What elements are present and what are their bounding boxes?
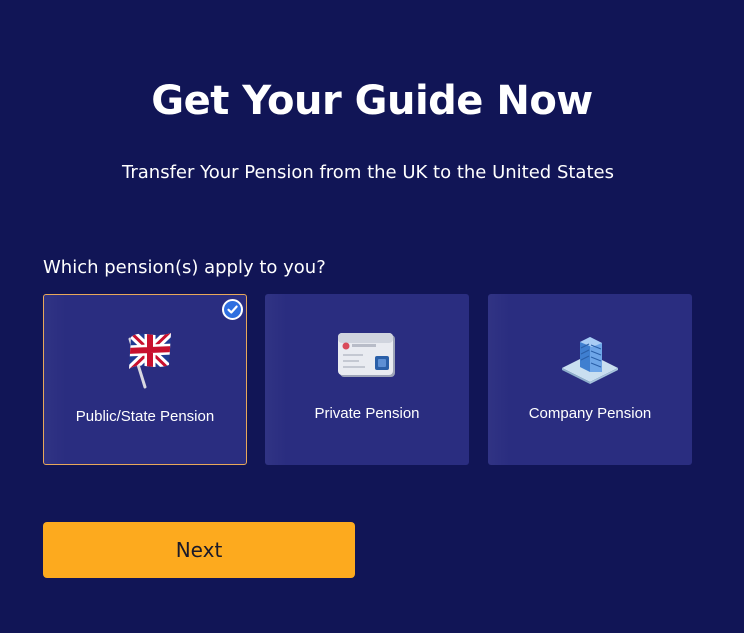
page-subtitle: Transfer Your Pension from the UK to the… (122, 162, 614, 183)
pension-options: Public/State Pension Private Pension Com… (43, 294, 693, 465)
option-public-state-pension[interactable]: Public/State Pension (43, 294, 247, 465)
option-company-pension[interactable]: Company Pension (488, 294, 692, 465)
option-private-pension[interactable]: Private Pension (265, 294, 469, 465)
option-label: Private Pension (314, 405, 420, 422)
option-label: Company Pension (528, 405, 652, 422)
bank-card-icon (337, 332, 397, 378)
uk-flag-icon (115, 327, 175, 389)
checkmark-icon (222, 299, 243, 320)
option-label: Public/State Pension (75, 408, 215, 425)
office-building-icon (560, 334, 620, 384)
page-title: Get Your Guide Now (151, 78, 593, 124)
pension-question: Which pension(s) apply to you? (43, 257, 326, 278)
next-button[interactable]: Next (43, 522, 355, 578)
